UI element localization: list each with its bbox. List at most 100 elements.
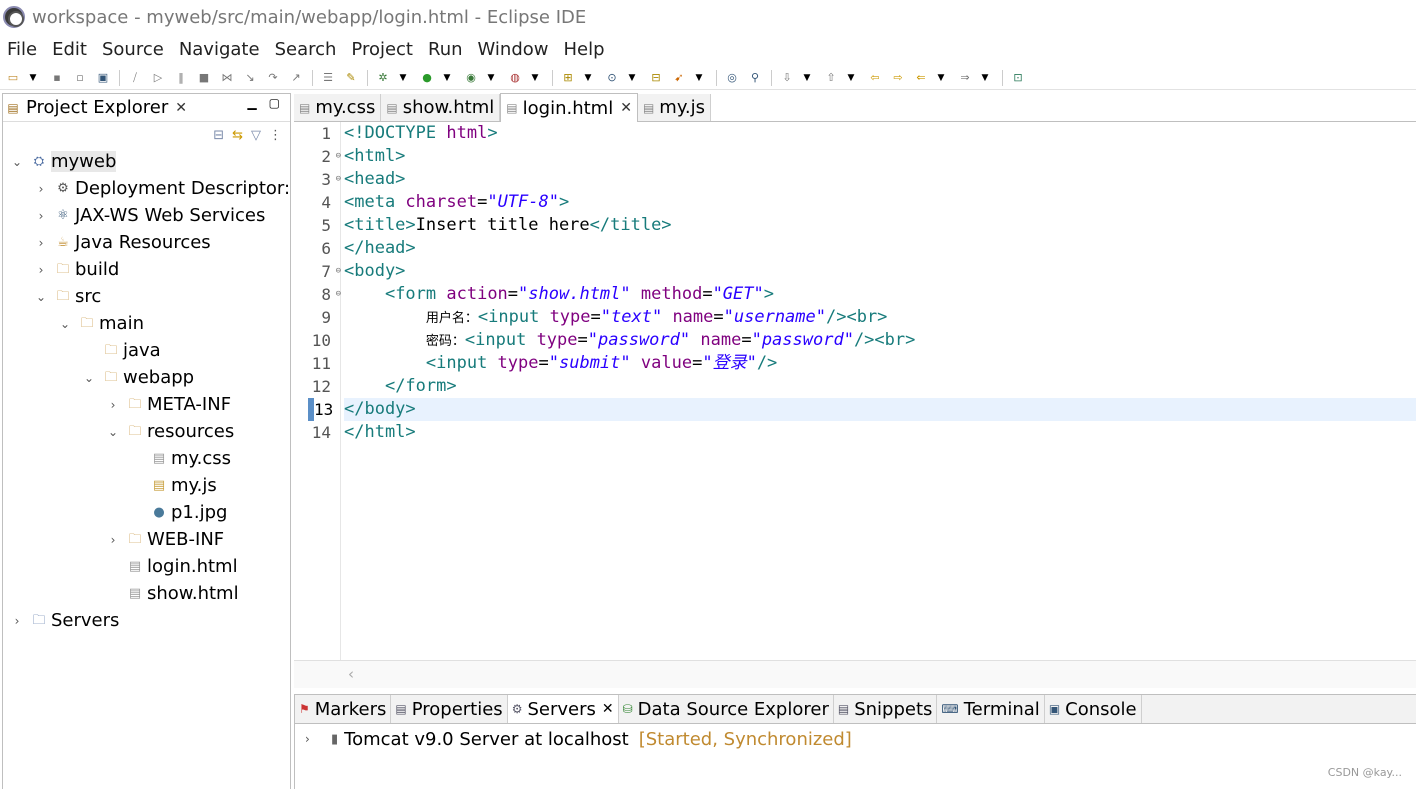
close-icon[interactable]: ✕ — [602, 701, 614, 717]
new-dropdown-icon[interactable]: ▼ — [29, 71, 37, 85]
code-line[interactable]: </body> — [344, 398, 1416, 421]
tree-item[interactable]: › ⚙ Deployment Descriptor: — [3, 175, 290, 202]
code-line[interactable]: </form> — [344, 375, 1416, 398]
tree-item[interactable]: ⌄ 🗀 src — [3, 283, 290, 310]
tree-item[interactable]: ⌄ 🗀 resources — [3, 418, 290, 445]
new-icon[interactable]: ▭ — [6, 71, 20, 85]
external-tools-dropdown-icon[interactable]: ▼ — [531, 71, 539, 85]
menu-help[interactable]: Help — [564, 39, 605, 60]
coverage-dropdown-icon[interactable]: ▼ — [487, 71, 495, 85]
bottom-tab[interactable]: ⛁ Data Source Explorer — [619, 695, 834, 723]
close-icon[interactable]: ✕ — [175, 100, 187, 116]
tree-item[interactable]: › 🗀 WEB-INF — [3, 526, 290, 553]
forward-icon[interactable]: ⇒ — [958, 71, 972, 85]
code-line[interactable]: <title>Insert title here</title> — [344, 214, 1416, 237]
last-edit-icon[interactable]: ⇦ — [868, 71, 882, 85]
next-annotation-icon[interactable]: ⇩ — [780, 71, 794, 85]
tree-item[interactable]: ⌄ 🗀 webapp — [3, 364, 290, 391]
step-into-icon[interactable]: ↘ — [243, 71, 257, 85]
editor-tab[interactable]: ▤ my.js — [637, 94, 712, 121]
disconnect-icon[interactable]: ⋈ — [220, 71, 234, 85]
tree-item[interactable]: ⌄ ⛭ myweb — [3, 148, 290, 175]
tree-item[interactable]: 🗀 java — [3, 337, 290, 364]
skip-breakpoints-icon[interactable]: ⧸ — [128, 71, 142, 85]
code-line[interactable]: 用户名：<input type="text" name="username"/>… — [344, 306, 1416, 329]
bottom-tab[interactable]: ▤ Snippets — [834, 695, 938, 723]
fold-toggle-icon[interactable]: ⊖ — [336, 283, 341, 306]
filter-icon[interactable]: ▽ — [251, 128, 261, 143]
code-line[interactable]: <input type="submit" value="登录"/> — [344, 352, 1416, 375]
run-dropdown-icon[interactable]: ▼ — [443, 71, 451, 85]
external-tools-icon[interactable]: ◍ — [508, 71, 522, 85]
fold-toggle-icon[interactable]: ⊖ — [336, 260, 341, 283]
bottom-tab[interactable]: ⌨ Terminal — [937, 695, 1045, 723]
bottom-tab[interactable]: ▣ Console — [1045, 695, 1142, 723]
toggle-mark-icon[interactable]: ✎ — [344, 71, 358, 85]
tree-item[interactable]: ● p1.jpg — [3, 499, 290, 526]
resume-icon[interactable]: ▷ — [151, 71, 165, 85]
code-text[interactable]: <!DOCTYPE html> <html> <head> <meta charset… — [344, 122, 1416, 444]
coverage-icon[interactable]: ◉ — [464, 71, 478, 85]
tree-item[interactable]: › ☕ Java Resources — [3, 229, 290, 256]
next-annotation-dropdown-icon[interactable]: ▼ — [803, 71, 811, 85]
code-line[interactable]: <!DOCTYPE html> — [344, 122, 1416, 145]
fold-toggle-icon[interactable]: ⊖ — [336, 145, 341, 168]
code-line[interactable]: <meta charset="UTF-8"> — [344, 191, 1416, 214]
code-line[interactable]: <body> — [344, 260, 1416, 283]
debug-icon[interactable]: ✲ — [376, 71, 390, 85]
back-icon[interactable]: ⇐ — [914, 71, 928, 85]
step-over-icon[interactable]: ↷ — [266, 71, 280, 85]
previous-annotation-icon[interactable]: ⇧ — [824, 71, 838, 85]
back-dropdown-icon[interactable]: ▼ — [937, 71, 945, 85]
menu-navigate[interactable]: Navigate — [179, 39, 260, 60]
menu-source[interactable]: Source — [102, 39, 164, 60]
tree-item[interactable]: ▤ my.js — [3, 472, 290, 499]
previous-annotation-dropdown-icon[interactable]: ▼ — [847, 71, 855, 85]
scroll-left-icon[interactable]: ‹ — [348, 665, 354, 683]
collapsed-chevron-icon[interactable]: › — [33, 236, 49, 250]
open-task-icon[interactable]: ☰ — [321, 71, 335, 85]
collapsed-chevron-icon[interactable]: › — [9, 614, 25, 628]
menu-project[interactable]: Project — [351, 39, 413, 60]
search-icon[interactable]: ⚲ — [748, 71, 762, 85]
code-line[interactable]: <head> — [344, 168, 1416, 191]
terminate-icon[interactable]: ■ — [197, 71, 211, 85]
forward-dropdown-icon[interactable]: ▼ — [981, 71, 989, 85]
suspend-icon[interactable]: ‖ — [174, 71, 188, 85]
editor-tab[interactable]: ▤ login.html ✕ — [500, 93, 638, 122]
menu-window[interactable]: Window — [478, 39, 549, 60]
debug-dropdown-icon[interactable]: ▼ — [399, 71, 407, 85]
web-browser-icon[interactable]: ◎ — [725, 71, 739, 85]
code-line[interactable]: 密码：<input type="password" name="password… — [344, 329, 1416, 352]
server-row[interactable]: › ▮ Tomcat v9.0 Server at localhost [Sta… — [295, 724, 1416, 754]
horizontal-scrollbar[interactable]: ‹ — [294, 660, 1416, 688]
fold-toggle-icon[interactable]: ⊖ — [336, 168, 341, 191]
tree-item[interactable]: ▤ my.css — [3, 445, 290, 472]
new-class-dropdown-icon[interactable]: ▼ — [628, 71, 636, 85]
run-icon[interactable]: ● — [420, 71, 434, 85]
close-icon[interactable]: ✕ — [620, 100, 632, 116]
menu-search[interactable]: Search — [275, 39, 337, 60]
code-line[interactable]: <html> — [344, 145, 1416, 168]
terminal-icon[interactable]: ▣ — [96, 71, 110, 85]
collapse-all-icon[interactable]: ⊟ — [213, 128, 224, 143]
open-perspective-icon[interactable]: ⊡ — [1011, 71, 1025, 85]
bottom-tab[interactable]: ▤ Properties — [391, 695, 508, 723]
code-editor[interactable]: 1 2 ⊖ 3 ⊖ 4 5 6 7 ⊖ 8 ⊖ 9 10 11 12 13 14 <!DOCTYPE html> <… — [294, 122, 1416, 662]
code-line[interactable]: </head> — [344, 237, 1416, 260]
maximize-icon[interactable]: ▢ — [269, 96, 280, 110]
menu-run[interactable]: Run — [428, 39, 463, 60]
view-menu-icon[interactable]: ⋮ — [269, 128, 282, 143]
collapsed-chevron-icon[interactable]: › — [33, 182, 49, 196]
launch-icon[interactable]: ➹ — [672, 71, 686, 85]
step-return-icon[interactable]: ↗ — [289, 71, 303, 85]
code-line[interactable]: </html> — [344, 421, 1416, 444]
tree-item[interactable]: › 🗀 build — [3, 256, 290, 283]
open-type-icon[interactable]: ⊟ — [649, 71, 663, 85]
menu-edit[interactable]: Edit — [52, 39, 87, 60]
tree-item[interactable]: ▤ login.html — [3, 553, 290, 580]
menu-file[interactable]: File — [7, 39, 37, 60]
expanded-chevron-icon[interactable]: ⌄ — [9, 155, 25, 169]
forward-edit-icon[interactable]: ⇨ — [891, 71, 905, 85]
tree-item[interactable]: › 🗀 META-INF — [3, 391, 290, 418]
